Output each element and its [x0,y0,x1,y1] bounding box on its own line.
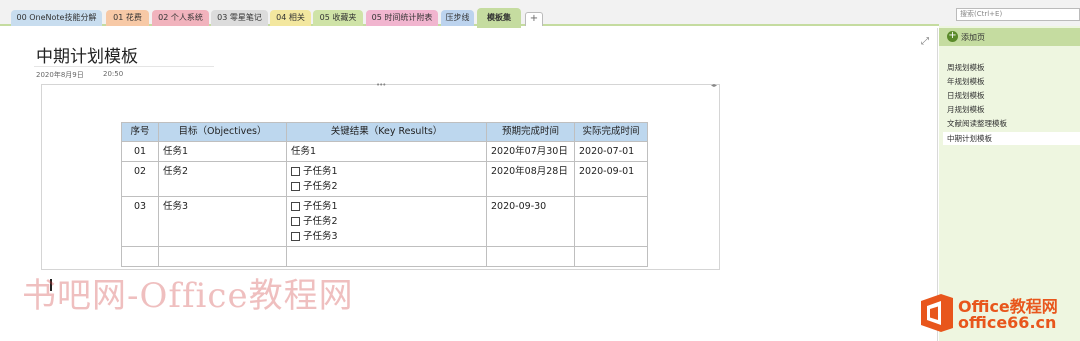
container-move-handle[interactable]: ••• [376,81,386,89]
cell-planned-time[interactable]: 2020-09-30 [486,196,575,247]
todo-label: 子任务2 [303,181,338,192]
title-underline [34,66,214,67]
cell-goal[interactable]: 任务2 [158,161,287,197]
cell-no[interactable]: 03 [121,196,159,247]
cell-key-results[interactable] [286,246,487,267]
todo-label: 子任务1 [303,166,338,177]
checkbox[interactable] [291,202,300,211]
expand-icon[interactable]: ⤢ [921,36,929,47]
add-section-button[interactable]: + [525,12,543,26]
table-row [121,246,648,267]
checkbox[interactable] [291,232,300,241]
todo-label: 子任务1 [303,201,338,212]
cell-key-results[interactable]: 子任务1 子任务2 子任务3 [286,196,487,247]
todo-item: 子任务1 [291,164,482,179]
cell-goal[interactable]: 任务1 [158,141,287,162]
table-header-row: 序号 目标（Objectives） 关键结果（Key Results） 预期完成… [121,122,648,142]
section-tab-bar: 00 OneNote技能分解 01 花费 02 个人系统 03 零星笔记 04 … [0,0,940,28]
page-item-monthly-template[interactable]: 月规划模板 [947,103,1080,116]
cell-actual-time[interactable]: 2020-07-01 [574,141,648,162]
todo-item: 子任务1 [291,199,482,214]
page-time: 20:50 [103,70,124,78]
cell-goal[interactable]: 任务3 [158,196,287,247]
section-tab-expenses[interactable]: 01 花费 [106,10,149,26]
section-tab-onenote-skills[interactable]: 00 OneNote技能分解 [11,10,102,26]
page-item-weekly-template[interactable]: 周规划模板 [947,61,1080,74]
todo-item: 子任务2 [291,214,482,229]
cell-planned-time[interactable] [486,246,575,267]
page-item-yearly-template[interactable]: 年规划模板 [947,75,1080,88]
page-item-literature-template[interactable]: 文献阅读整理模板 [947,117,1080,130]
cell-no[interactable]: 01 [121,141,159,162]
todo-label: 子任务3 [303,231,338,242]
header-key-results: 关键结果（Key Results） [286,122,487,142]
checkbox[interactable] [291,182,300,191]
add-page-label: 添加页 [961,33,985,42]
office-logo-icon [921,294,953,332]
table-row: 01 任务1 任务1 2020年07月30日 2020-07-01 [121,141,648,162]
cell-planned-time[interactable]: 2020年08月28日 [486,161,575,197]
table-row: 02 任务2 子任务1 子任务2 2020年08月28日 2020-09-01 [121,161,648,197]
page-title[interactable]: 中期计划模板 [36,42,138,67]
container-resize-handle[interactable]: ◂▸ [711,82,717,89]
cell-actual-time[interactable]: 2020-09-01 [574,161,648,197]
header-no: 序号 [121,122,159,142]
section-tab-templates[interactable]: 模板集 [477,8,521,28]
header-goal: 目标（Objectives） [158,122,287,142]
page-date: 2020年8月9日 [36,71,84,79]
plan-table: 序号 目标（Objectives） 关键结果（Key Results） 预期完成… [121,122,648,267]
checkbox[interactable] [291,217,300,226]
header-actual-time: 实际完成时间 [574,122,648,142]
checkbox[interactable] [291,167,300,176]
search-bar-area: 搜索(Ctrl+E) [939,0,1080,26]
section-tab-misc-notes[interactable]: 03 零星笔记 [211,10,268,26]
cell-no[interactable]: 02 [121,161,159,197]
logo-text-line2: office66.cn [958,313,1057,332]
cell-key-results[interactable]: 子任务1 子任务2 [286,161,487,197]
cell-actual-time[interactable] [574,196,648,247]
table-row: 03 任务3 子任务1 子任务2 子任务3 2020-09-30 [121,196,648,247]
todo-item: 子任务2 [291,179,482,194]
cell-planned-time[interactable]: 2020年07月30日 [486,141,575,162]
search-input[interactable]: 搜索(Ctrl+E) [956,8,1080,21]
cell-key-results[interactable]: 任务1 [286,141,487,162]
todo-item: 子任务3 [291,229,482,244]
section-tab-time-stats[interactable]: 05 时间统计附表 [366,10,438,26]
section-tab-personal-system[interactable]: 02 个人系统 [152,10,209,26]
section-tab-favorites[interactable]: 05 收藏夹 [313,10,363,26]
section-tab-related[interactable]: 04 相关 [270,10,311,26]
header-planned-time: 预期完成时间 [486,122,575,142]
add-page-button[interactable]: + 添加页 [939,28,1080,46]
page-item-midterm-template[interactable]: 中期计划模板 [943,132,1080,145]
cell-no[interactable] [121,246,159,267]
cell-goal[interactable] [158,246,287,267]
watermark-text: 书吧网-Office教程网 [22,276,354,316]
cell-actual-time[interactable] [574,246,648,267]
section-tab-pressure-line[interactable]: 压步线 [441,10,474,26]
todo-label: 子任务2 [303,216,338,227]
plus-icon: + [947,30,958,42]
page-item-daily-template[interactable]: 日规划模板 [947,89,1080,102]
page-list-pane: 搜索(Ctrl+E) + 添加页 周规划模板 年规划模板 日规划模板 月规划模板… [939,0,1080,341]
